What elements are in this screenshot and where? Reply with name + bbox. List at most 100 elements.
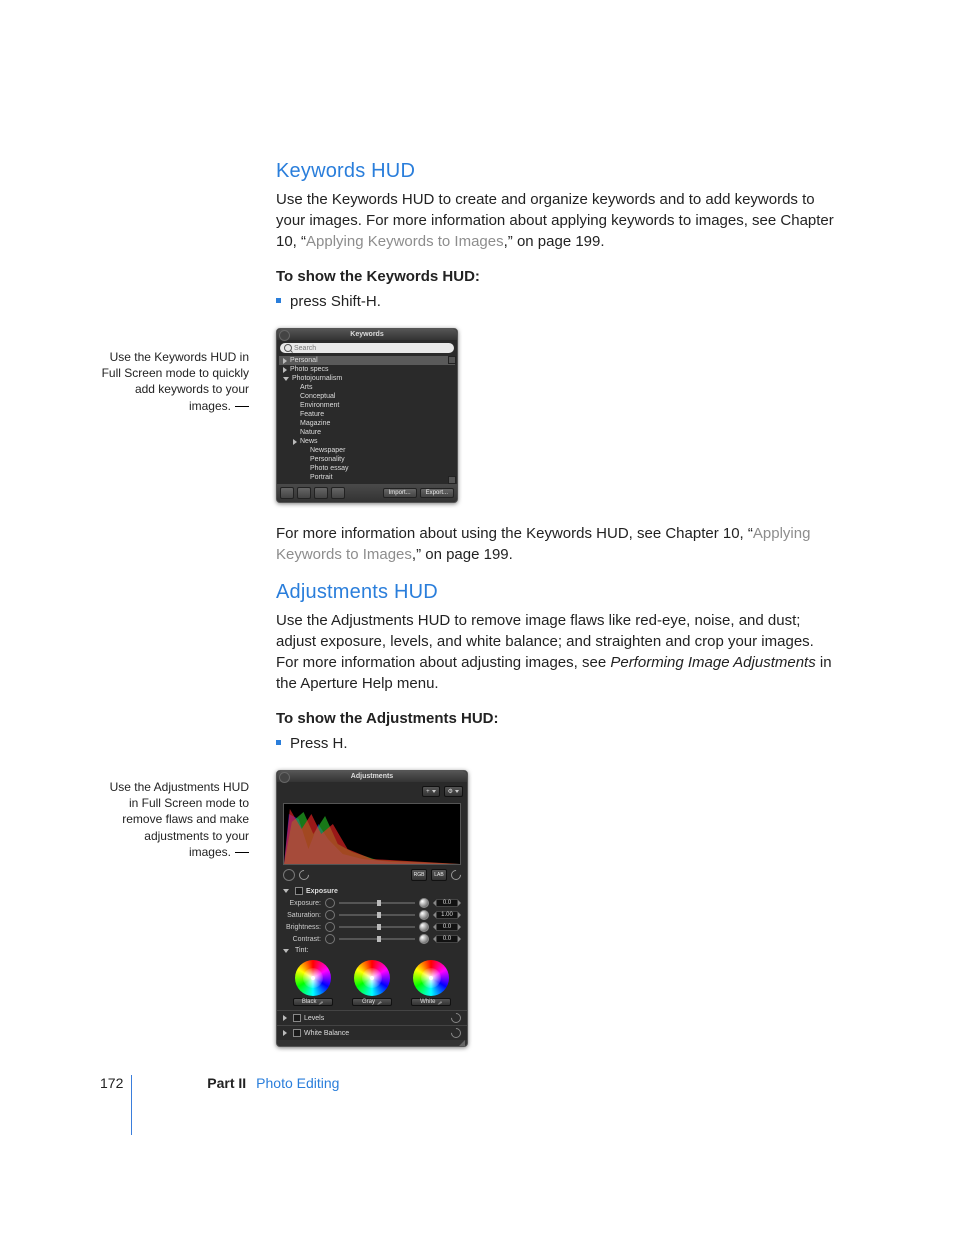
- remove-button[interactable]: [331, 487, 345, 499]
- rgb-button[interactable]: RGB: [411, 869, 427, 881]
- export-button[interactable]: Export...: [420, 488, 454, 498]
- tint-wheel-white[interactable]: [413, 960, 449, 996]
- reset-slider-icon[interactable]: [419, 934, 429, 944]
- keyword-row[interactable]: Photojournalism: [279, 374, 455, 383]
- adjustments-hud-screenshot: Adjustments + ⚙ RGB LAB: [276, 770, 468, 1047]
- slider-row: Exposure:0.0: [277, 897, 467, 909]
- add-button[interactable]: [297, 487, 311, 499]
- keyword-label: Feature: [300, 411, 324, 418]
- value-stepper[interactable]: 0.0: [433, 899, 461, 907]
- chevron-right-icon: [283, 1030, 287, 1036]
- slider-row: Brightness: 0.0: [277, 921, 467, 933]
- chevron-right-icon: [283, 358, 287, 364]
- keyword-row[interactable]: Photo specs: [279, 365, 455, 374]
- keyword-row[interactable]: Arts: [279, 383, 455, 392]
- link-applying-keywords[interactable]: Applying Keywords to Images: [306, 233, 504, 250]
- keyword-row[interactable]: Magazine: [279, 419, 455, 428]
- reset-icon[interactable]: [449, 1026, 463, 1040]
- panel-label: Levels: [304, 1015, 324, 1022]
- keywords-hud-caption: Use the Keywords HUD in Full Screen mode…: [99, 349, 249, 414]
- keyword-label: Arts: [300, 384, 312, 391]
- tint-wheel-black[interactable]: [295, 960, 331, 996]
- keywords-after: For more information about using the Key…: [276, 523, 836, 565]
- eyedropper-icon: [437, 1000, 442, 1005]
- keyword-label: Personal: [290, 357, 318, 364]
- eyedropper-icon[interactable]: [325, 898, 335, 908]
- keyword-label: Photojournalism: [292, 375, 342, 382]
- checkbox[interactable]: [295, 887, 303, 895]
- import-button[interactable]: Import...: [383, 488, 417, 498]
- add-child-button[interactable]: [314, 487, 328, 499]
- chevron-down-icon: [283, 377, 289, 381]
- slider-track[interactable]: [339, 914, 415, 916]
- add-adjustment-menu[interactable]: +: [422, 786, 440, 797]
- close-icon[interactable]: [279, 772, 290, 783]
- value-stepper[interactable]: 0.0: [433, 935, 461, 943]
- lock-button[interactable]: [280, 487, 294, 499]
- keyword-row[interactable]: Personal: [279, 356, 455, 365]
- keyword-label: Environment: [300, 402, 339, 409]
- value-stepper[interactable]: 1.00: [433, 911, 461, 919]
- page-footer: 172 Part IIPhoto Editing: [100, 1075, 339, 1091]
- keyword-row[interactable]: Nature: [279, 428, 455, 437]
- slider-track[interactable]: [339, 938, 415, 940]
- adjustments-toshow: To show the Adjustments HUD:: [276, 710, 836, 727]
- slider-label: Contrast:: [283, 936, 321, 943]
- close-icon[interactable]: [279, 330, 290, 341]
- reset-icon[interactable]: [449, 868, 463, 882]
- reset-slider-icon[interactable]: [419, 910, 429, 920]
- keyword-row[interactable]: Photo essay: [279, 464, 455, 473]
- eyedropper-icon: [377, 1000, 382, 1005]
- tint-wheel-gray[interactable]: [354, 960, 390, 996]
- keyword-row[interactable]: Portrait: [279, 473, 455, 482]
- tint-panel-head[interactable]: Tint:: [277, 945, 467, 956]
- search-field[interactable]: Search: [280, 343, 454, 353]
- slider-track[interactable]: [339, 926, 415, 928]
- hud-titlebar: Adjustments: [277, 771, 467, 782]
- collapsed-panel[interactable]: White Balance: [277, 1025, 467, 1040]
- keyword-row[interactable]: Feature: [279, 410, 455, 419]
- keyword-row[interactable]: Environment: [279, 401, 455, 410]
- wheel-label-button[interactable]: White: [411, 998, 451, 1006]
- loupe-icon[interactable]: [283, 869, 295, 881]
- keyword-row[interactable]: News: [279, 437, 455, 446]
- keywords-heading: Keywords HUD: [276, 160, 836, 183]
- chevron-right-icon: [283, 367, 287, 373]
- resize-grip-icon[interactable]: [459, 1040, 465, 1046]
- keywords-hud-screenshot: Keywords Search PersonalPhoto specsPhoto…: [276, 328, 458, 503]
- keyword-row[interactable]: Personality: [279, 455, 455, 464]
- search-icon: [284, 344, 292, 352]
- hud-titlebar: Keywords: [277, 329, 457, 340]
- keywords-bullet: press Shift-H.: [276, 291, 836, 312]
- exposure-panel-head[interactable]: Exposure: [277, 885, 467, 897]
- reset-icon[interactable]: [449, 1011, 463, 1025]
- undo-icon[interactable]: [297, 868, 311, 882]
- checkbox[interactable]: [293, 1014, 301, 1022]
- wheel-label-button[interactable]: Gray: [352, 998, 392, 1006]
- eyedropper-icon: [318, 1000, 323, 1005]
- adjustments-bullet: Press H.: [276, 733, 836, 754]
- wheel-label-button[interactable]: Black: [293, 998, 333, 1006]
- histogram: [283, 803, 461, 865]
- value-stepper[interactable]: 0.0: [433, 923, 461, 931]
- keyword-row[interactable]: Newspaper: [279, 446, 455, 455]
- lab-button[interactable]: LAB: [431, 869, 447, 881]
- keywords-toshow: To show the Keywords HUD:: [276, 268, 836, 285]
- chevron-right-icon: [293, 439, 297, 445]
- collapsed-panel[interactable]: Levels: [277, 1010, 467, 1025]
- checkbox[interactable]: [293, 1029, 301, 1037]
- chevron-right-icon: [283, 1015, 287, 1021]
- eyedropper-icon[interactable]: [325, 910, 335, 920]
- eyedropper-icon[interactable]: [325, 922, 335, 932]
- reset-slider-icon[interactable]: [419, 898, 429, 908]
- keyword-label: Conceptual: [300, 393, 335, 400]
- slider-track[interactable]: [339, 902, 415, 904]
- chevron-down-icon: [283, 949, 289, 953]
- reset-slider-icon[interactable]: [419, 922, 429, 932]
- panel-label: White Balance: [304, 1030, 349, 1037]
- eyedropper-icon[interactable]: [325, 934, 335, 944]
- action-menu[interactable]: ⚙: [444, 786, 463, 797]
- slider-label: Brightness:: [283, 924, 321, 931]
- keyword-row[interactable]: Conceptual: [279, 392, 455, 401]
- keyword-label: Magazine: [300, 420, 330, 427]
